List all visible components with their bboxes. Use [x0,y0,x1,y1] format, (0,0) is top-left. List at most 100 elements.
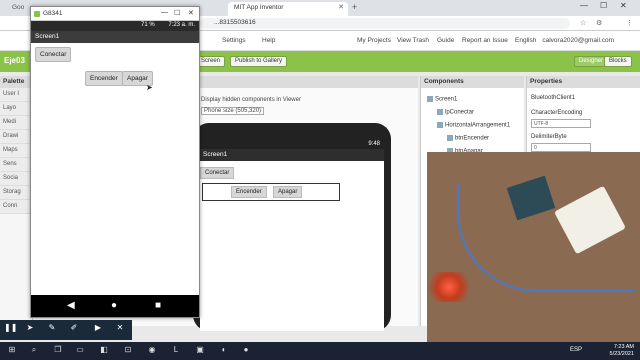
palette-category-user-interface[interactable]: User I [0,88,32,102]
taskbar-app-icon[interactable]: L [170,345,182,357]
component-screen1[interactable]: Screen1 [427,96,457,103]
selected-component-name: BluetoothClient1 [531,95,576,101]
recording-toolbar: ❚❚ ➤ ✎ ✐ ▶ ✕ [0,320,132,340]
highlighter-icon[interactable]: ✐ [68,323,80,335]
battery-text: 71 % [141,22,155,28]
windows-start-icon[interactable]: ⊞ [6,345,18,357]
chrome-icon[interactable]: ◉ [146,345,158,357]
component-btnencender[interactable]: btnEncender [447,135,489,142]
user-email[interactable]: calvora2020@gmail.com [542,37,614,44]
emulator-title: G8341 [43,10,63,17]
component-label: HorizontalArrangement1 [445,122,511,129]
maximize-icon[interactable]: ☐ [600,1,607,10]
android-nav-bar: ◀ ● ■ [31,295,199,317]
emulator-screen-title: Screen1 [31,31,199,43]
taskbar-clock[interactable]: 7:23 AM 5/23/2021 [610,344,634,358]
preview-conectar-button[interactable]: Conectar [200,167,235,179]
nav-my-projects[interactable]: My Projects [357,37,391,44]
taskbar-app-icon[interactable]: ◐ [218,345,230,357]
minimize-icon[interactable]: — [580,1,588,10]
close-window-icon[interactable]: ✕ [620,1,627,10]
nav-view-trash[interactable]: View Trash [397,37,429,44]
close-icon[interactable]: ✕ [188,9,194,17]
windows-taskbar: ⊞ ⌕ ❐ ▭ ◧ ⊡ ◉ L ▣ ◐ ● ESP 7:23 AM 5/23/2… [0,342,640,360]
close-toolbar-icon[interactable]: ✕ [114,323,126,335]
emulator-screen: Conectar Encender Apagar ➤ [31,43,199,295]
component-lpconectar[interactable]: lpConectar [437,109,474,116]
property-delimiter-byte-input[interactable]: 0 [531,143,591,152]
taskbar-app-icon[interactable]: ◧ [98,345,110,357]
phone-preview-screen: 9:48 Screen1 Conectar Encender Apagar [200,141,384,331]
designer-button[interactable]: Designer [574,56,609,67]
nav-settings[interactable]: Settings [222,37,246,44]
encender-button[interactable]: Encender [85,71,123,86]
screen-button[interactable]: Screen [196,56,226,67]
component-label: lpConectar [445,109,475,116]
store-icon[interactable]: ⊡ [122,345,134,357]
minimize-icon[interactable]: — [161,9,168,16]
webcam-overlay [427,152,640,345]
pen-icon[interactable]: ✎ [46,323,58,335]
phone-status-bar: 9:48 [200,141,384,149]
nav-language[interactable]: English [515,37,536,44]
display-hidden-checkbox[interactable]: Display hidden components in Viewer [201,97,301,103]
listpicker-icon [437,109,443,115]
phone-screen-title: Screen1 [200,149,384,161]
pause-icon[interactable]: ❚❚ [4,323,17,335]
property-character-encoding-input[interactable]: UTF-8 [531,119,591,128]
tab-label: MIT App Inventor [234,4,284,11]
camera-icon[interactable]: ▶ [92,323,104,335]
palette-category-layout[interactable]: Layo [0,102,32,116]
palette-category-drawing[interactable]: Drawi [0,130,32,144]
preview-horizontal-arrangement[interactable]: Encender Apagar [202,183,340,201]
menu-icon[interactable]: ⋮ [626,19,633,27]
emulator-titlebar: G8341 — ☐ ✕ [31,7,199,21]
new-tab-icon[interactable]: + [352,2,357,12]
phone-time: 9:48 [368,141,380,147]
components-title: Components [421,76,524,88]
star-icon[interactable]: ☆ [580,19,586,27]
maximize-icon[interactable]: ☐ [174,9,180,17]
taskbar-app-icon[interactable]: ● [240,345,252,357]
tab-label: Goo [12,4,25,11]
nav-report-issue[interactable]: Report an Issue [462,37,508,44]
android-emulator-window: G8341 — ☐ ✕ 71 % 7:23 a. m. Screen1 Cone… [30,6,200,318]
palette-category-sensors[interactable]: Sens [0,158,32,172]
conectar-button[interactable]: Conectar [35,47,72,62]
nav-guide[interactable]: Guide [437,37,454,44]
phone-preview: 9:48 Screen1 Conectar Encender Apagar [193,123,391,331]
task-view-icon[interactable]: ❐ [52,345,64,357]
publish-gallery-button[interactable]: Publish to Gallery [230,56,288,67]
emulator-status-bar: 71 % 7:23 a. m. [31,21,199,31]
mouse-cursor-icon: ➤ [146,83,153,92]
properties-title: Properties [527,76,640,88]
extensions-icon[interactable]: ⚙ [596,19,602,27]
palette-category-media[interactable]: Medi [0,116,32,130]
url-input[interactable]: ...8315503616 [200,18,570,29]
project-name: Eje03 [4,56,25,65]
button-icon [447,135,453,141]
file-explorer-icon[interactable]: ▭ [74,345,86,357]
phone-size-select[interactable]: Phone size (505,320) [201,107,265,115]
blocks-button[interactable]: Blocks [604,56,632,67]
clock-time: 7:23 AM [613,344,634,350]
taskbar-app-icon[interactable]: ▣ [194,345,206,357]
recents-icon[interactable]: ■ [155,300,161,311]
close-icon[interactable]: ✕ [338,3,344,11]
language-indicator[interactable]: ESP [570,347,582,353]
pointer-icon[interactable]: ➤ [24,323,36,335]
home-icon[interactable]: ● [111,300,117,311]
palette-category-maps[interactable]: Maps [0,144,32,158]
palette-category-connectivity[interactable]: Conn [0,200,32,214]
palette-category-social[interactable]: Socia [0,172,32,186]
component-horizontal-arrangement[interactable]: HorizontalArrangement1 [437,122,510,129]
preview-apagar-button[interactable]: Apagar [273,186,303,198]
preview-encender-button[interactable]: Encender [231,186,267,198]
back-icon[interactable]: ◀ [67,300,75,311]
component-label: Screen1 [435,96,458,103]
search-icon[interactable]: ⌕ [28,345,40,357]
browser-tab-app-inventor[interactable]: MIT App Inventor ✕ [228,2,348,16]
palette-category-storage[interactable]: Storag [0,186,32,200]
led-glow-image [427,272,471,302]
nav-help[interactable]: Help [262,37,275,44]
